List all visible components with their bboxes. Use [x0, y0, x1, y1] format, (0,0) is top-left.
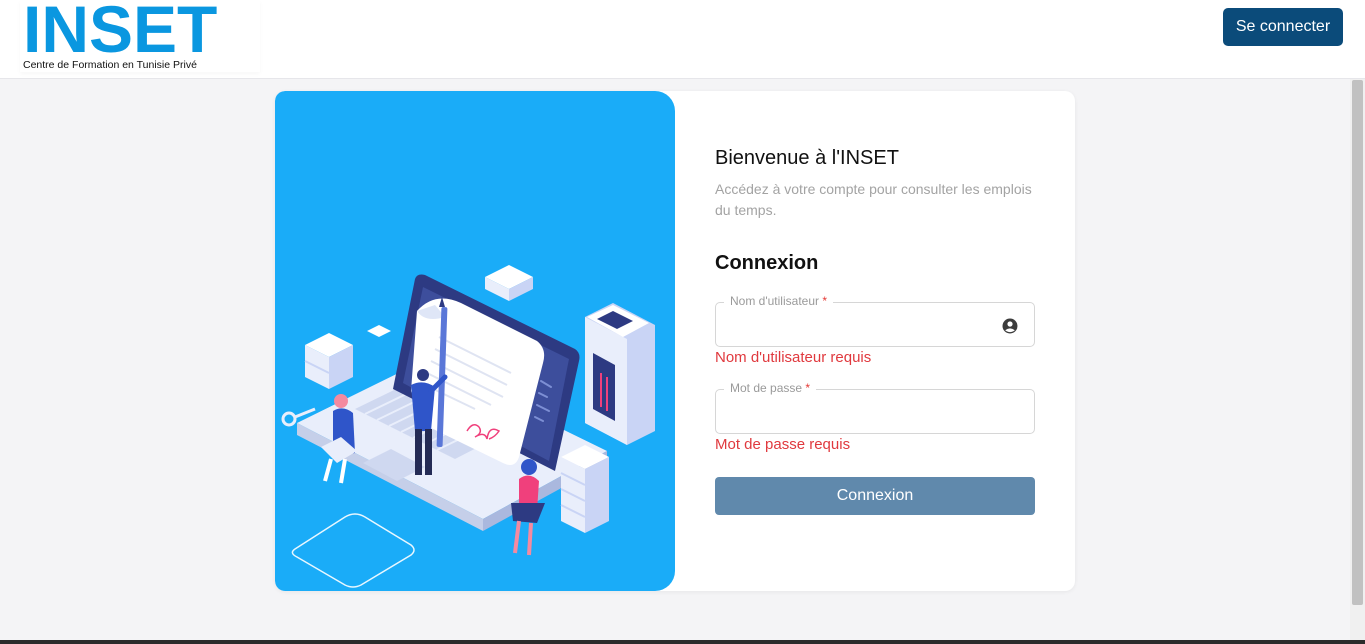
username-field[interactable]: Nom d'utilisateur *: [715, 294, 1035, 347]
bottom-edge: [0, 640, 1365, 644]
top-navbar: INSET Centre de Formation en Tunisie Pri…: [0, 0, 1365, 79]
logo-subtitle: Centre de Formation en Tunisie Privé: [23, 59, 197, 71]
page-scrollbar-thumb[interactable]: [1352, 80, 1363, 605]
account-circle-icon: [1002, 318, 1018, 334]
username-input[interactable]: [728, 313, 998, 337]
password-field[interactable]: Mot de passe *: [715, 381, 1035, 434]
username-label: Nom d'utilisateur *: [724, 294, 834, 308]
welcome-subtitle: Accédez à votre compte pour consulter le…: [715, 181, 1032, 218]
connexion-heading: Connexion: [715, 252, 819, 274]
se-connecter-button[interactable]: Se connecter: [1223, 8, 1343, 46]
password-label: Mot de passe *: [724, 381, 817, 395]
welcome-title: Bienvenue à l'INSET: [715, 147, 899, 169]
inset-logo[interactable]: INSET Centre de Formation en Tunisie Pri…: [20, 0, 260, 72]
login-card: Bienvenue à l'INSET Accédez à votre comp…: [275, 91, 1075, 591]
username-error: Nom d'utilisateur requis: [715, 349, 872, 366]
password-error: Mot de passe requis: [715, 436, 851, 453]
connexion-submit-button[interactable]: Connexion: [715, 477, 1035, 515]
laptop-signature-illustration: [281, 265, 655, 588]
logo-wordmark: INSET: [23, 0, 218, 66]
login-form: Bienvenue à l'INSET Accédez à votre comp…: [715, 91, 1035, 591]
login-illustration: [275, 91, 675, 591]
password-input[interactable]: [728, 400, 998, 424]
